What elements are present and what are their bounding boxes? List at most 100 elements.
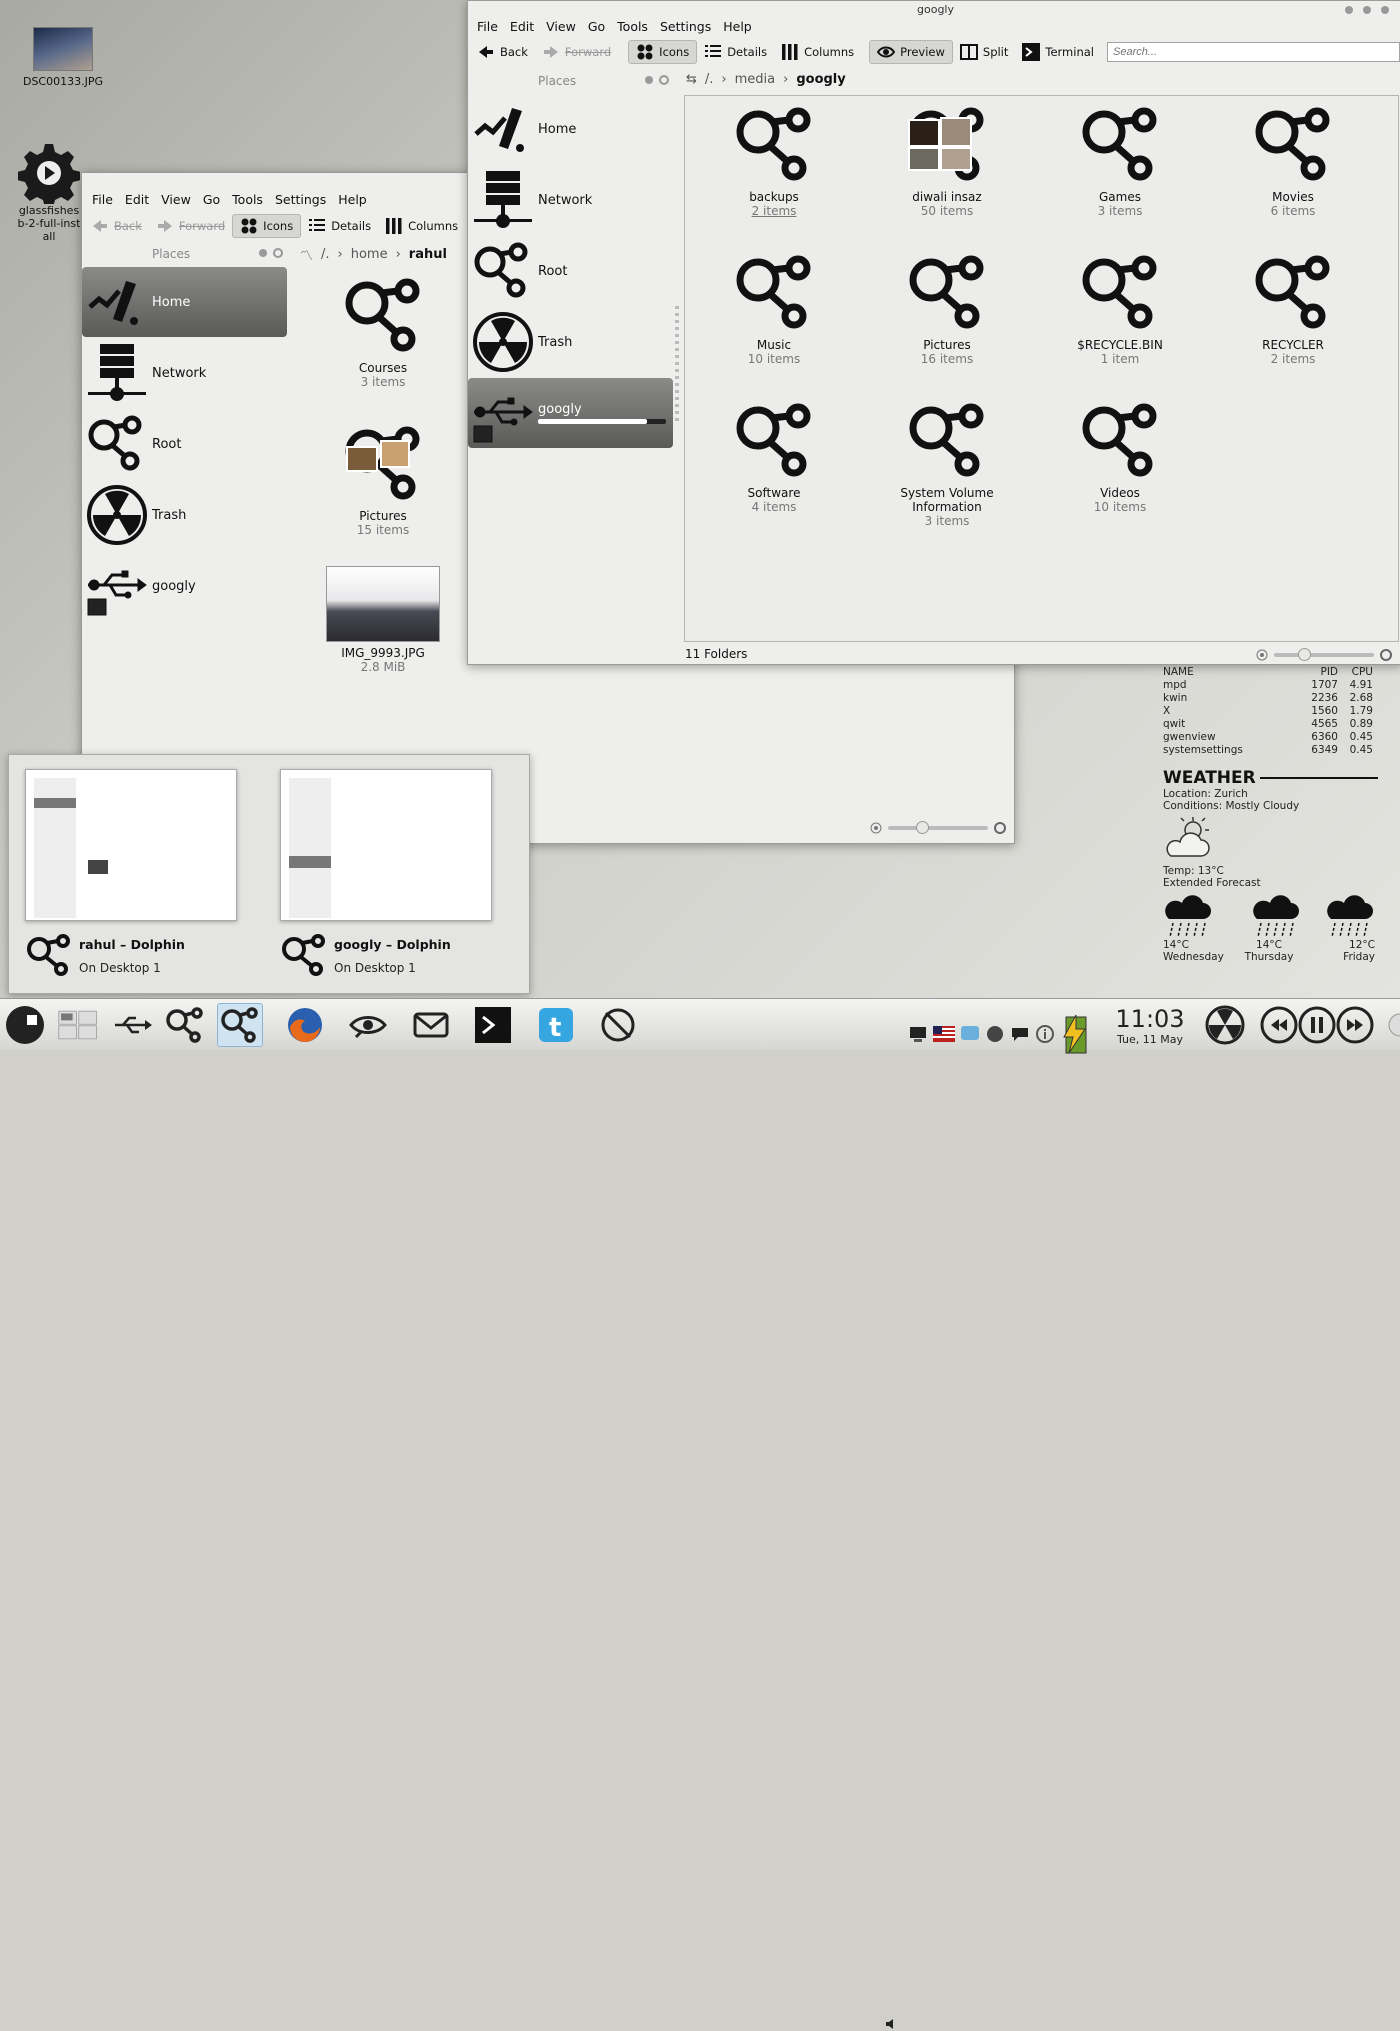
details-view-button[interactable]: Details	[697, 40, 774, 64]
taskbar-mail[interactable]	[408, 1003, 454, 1047]
amarok-button[interactable]	[1202, 1003, 1248, 1047]
folder-item[interactable]: System Volume Information 3 items	[872, 398, 1022, 528]
file-item-courses[interactable]: Courses 3 items	[308, 273, 458, 389]
menu-edit[interactable]: Edit	[119, 189, 155, 211]
taskbar-usb[interactable]	[110, 1003, 156, 1047]
place-network[interactable]: Network	[468, 165, 673, 235]
columns-view-button[interactable]: Columns	[378, 214, 465, 238]
zoom-slider[interactable]	[1256, 648, 1392, 662]
network-monitor-icon[interactable]	[908, 1024, 928, 1044]
menu-view[interactable]: View	[540, 16, 582, 38]
place-googly[interactable]: googly	[82, 551, 287, 621]
taskbar-twitter[interactable]: t	[533, 1003, 579, 1047]
panel-toolbox-icon[interactable]	[1380, 1013, 1400, 1037]
pager[interactable]	[52, 1003, 104, 1047]
preview-button[interactable]: Preview	[869, 40, 953, 64]
folder-item[interactable]: RECYCLER 2 items	[1218, 250, 1368, 366]
place-googly[interactable]: googly	[468, 378, 673, 448]
place-root[interactable]: Root	[468, 236, 673, 306]
details-view-button[interactable]: Details	[301, 214, 378, 238]
messenger-icon[interactable]	[960, 1024, 980, 1044]
place-root[interactable]: Root	[82, 409, 287, 479]
menu-file[interactable]: File	[471, 16, 504, 38]
folder-item[interactable]: diwali insaz 50 items	[872, 102, 1022, 218]
place-network[interactable]: Network	[82, 338, 287, 408]
folder-item[interactable]: Software 4 items	[699, 398, 849, 514]
breadcrumb-root[interactable]: /.	[321, 247, 330, 262]
radiation-icon	[1205, 1005, 1245, 1045]
info-icon[interactable]	[1035, 1024, 1055, 1044]
process-row: gwenview 6360 0.45	[1163, 731, 1373, 743]
folder-item[interactable]: Videos 10 items	[1045, 398, 1195, 514]
icons-view-button[interactable]: Icons	[232, 214, 302, 238]
item-sub: 16 items	[920, 352, 974, 366]
menu-tools[interactable]: Tools	[611, 16, 654, 38]
media-next-button[interactable]	[1332, 1003, 1378, 1047]
menu-go[interactable]: Go	[197, 189, 226, 211]
place-trash[interactable]: Trash	[468, 307, 673, 377]
menu-edit[interactable]: Edit	[504, 16, 540, 38]
breadcrumb-usb-icon[interactable]: ⇆	[686, 72, 697, 87]
search-input[interactable]	[1107, 42, 1400, 62]
breadcrumb-current[interactable]: rahul	[409, 247, 447, 262]
updates-icon[interactable]	[985, 1024, 1005, 1044]
back-button[interactable]: Back	[470, 40, 535, 64]
place-home[interactable]: Home	[82, 267, 287, 337]
dolphin-window-googly[interactable]: googly File Edit View Go Tools Settings …	[467, 0, 1400, 665]
breadcrumb-part[interactable]: home	[351, 247, 388, 262]
menu-help[interactable]: Help	[332, 189, 373, 211]
forward-button[interactable]: Forward	[535, 40, 618, 64]
chat-icon[interactable]	[1010, 1024, 1030, 1044]
menu-tools[interactable]: Tools	[226, 189, 269, 211]
zoom-slider[interactable]	[870, 821, 1006, 835]
taskbar-tool[interactable]	[595, 1003, 641, 1047]
desktop-icon-photo[interactable]: DSC00133.JPG	[18, 27, 108, 88]
icons-view-button[interactable]: Icons	[628, 40, 698, 64]
volume-icon[interactable]	[884, 2017, 898, 2031]
menu-file[interactable]: File	[86, 189, 119, 211]
panel-controls-icon[interactable]	[258, 247, 286, 259]
menu-settings[interactable]: Settings	[654, 16, 717, 38]
terminal-button[interactable]: Terminal	[1015, 40, 1101, 64]
process-row: mpd 1707 4.91	[1163, 679, 1373, 691]
file-item-pictures[interactable]: Pictures 15 items	[308, 421, 458, 537]
folder-item[interactable]: backups 2 items	[699, 102, 849, 218]
panel-controls-icon[interactable]	[644, 74, 672, 86]
taskbar-dolphin-googly[interactable]	[217, 1003, 263, 1047]
split-button[interactable]: Split	[953, 40, 1016, 64]
menu-settings[interactable]: Settings	[269, 189, 332, 211]
places-header: Places	[538, 74, 577, 88]
breadcrumb-root[interactable]: /.	[705, 72, 714, 87]
taskbar-terminal[interactable]	[470, 1003, 516, 1047]
keyboard-layout-icon[interactable]	[933, 1026, 955, 1042]
place-trash[interactable]: Trash	[82, 480, 287, 550]
app-launcher-button[interactable]	[2, 1003, 48, 1047]
window-controls-icon[interactable]	[1341, 3, 1397, 17]
file-view[interactable]: backups 2 items diwali insaz 50 items Games 3…	[684, 95, 1399, 642]
breadcrumb-current[interactable]: googly	[796, 72, 845, 87]
taskbar-firefox[interactable]	[282, 1003, 328, 1047]
switcher-window-rahul[interactable]: rahul – Dolphin On Desktop 1	[25, 769, 237, 976]
folder-item[interactable]: $RECYCLE.BIN 1 item	[1045, 250, 1195, 366]
battery-icon[interactable]	[1060, 1013, 1090, 1055]
back-button[interactable]: Back	[84, 214, 149, 238]
clock[interactable]: 11:03 Tue, 11 May	[1113, 1005, 1187, 1046]
desktop-icon-installer[interactable]: glassfishesb-2-full-install	[16, 142, 82, 243]
folder-item[interactable]: Games 3 items	[1045, 102, 1195, 218]
taskbar-dolphin-rahul[interactable]	[162, 1003, 208, 1047]
menu-go[interactable]: Go	[582, 16, 611, 38]
forward-button[interactable]: Forward	[149, 214, 232, 238]
breadcrumb-home-icon[interactable]: 〽	[300, 245, 313, 264]
menu-help[interactable]: Help	[717, 16, 758, 38]
file-item-image[interactable]: IMG_9993.JPG 2.8 MiB	[308, 566, 458, 674]
places-splitter[interactable]	[675, 306, 679, 421]
folder-item[interactable]: Music 10 items	[699, 250, 849, 366]
folder-item[interactable]: Movies 6 items	[1218, 102, 1368, 218]
place-home[interactable]: Home	[468, 94, 673, 164]
breadcrumb-part[interactable]: media	[735, 72, 776, 87]
switcher-window-googly[interactable]: googly – Dolphin On Desktop 1	[280, 769, 492, 976]
columns-view-button[interactable]: Columns	[774, 40, 861, 64]
folder-item[interactable]: Pictures 16 items	[872, 250, 1022, 366]
menu-view[interactable]: View	[155, 189, 197, 211]
taskbar-eye-app[interactable]	[345, 1003, 391, 1047]
